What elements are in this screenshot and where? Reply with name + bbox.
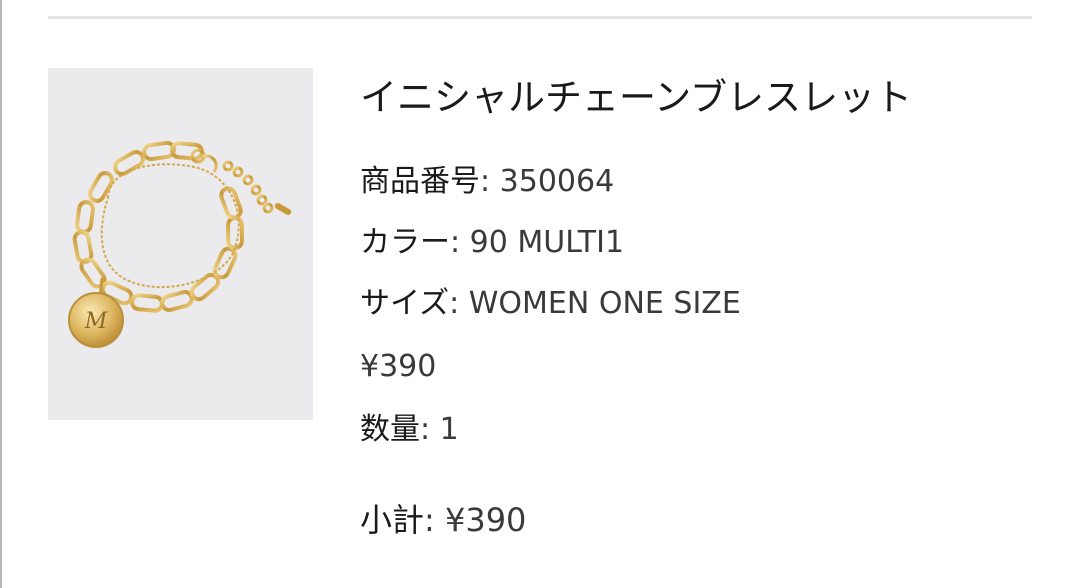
subtotal-separator: : (424, 501, 445, 539)
sku-separator: : (480, 164, 500, 199)
cart-item-screen: M イニシャルチェーンブレスレット 商品番号: 350064 カラー: 90 M… (0, 0, 1080, 588)
quantity-row: 数量: 1 (360, 410, 459, 450)
product-image[interactable]: M (48, 68, 313, 420)
sku-label: 商品番号 (360, 164, 480, 199)
bracelet-icon: M (68, 140, 292, 348)
size-row: サイズ: WOMEN ONE SIZE (360, 284, 741, 324)
sku-value: 350064 (499, 164, 615, 199)
section-divider (48, 16, 1032, 19)
size-label: サイズ (360, 286, 450, 321)
quantity-value: 1 (439, 412, 459, 447)
color-label: カラー (360, 225, 450, 260)
quantity-label: 数量 (360, 412, 420, 447)
price-value: ¥390 (360, 349, 437, 384)
quantity-separator: : (420, 412, 440, 447)
price-row: ¥390 (360, 347, 436, 387)
svg-text:M: M (84, 309, 108, 334)
subtotal-value: ¥390 (444, 501, 527, 539)
color-value: 90 MULTI1 (469, 225, 625, 260)
size-separator: : (449, 286, 469, 321)
color-separator: : (450, 225, 470, 260)
subtotal-label: 小計 (360, 501, 425, 539)
subtotal-row: 小計: ¥390 (360, 500, 526, 540)
color-row: カラー: 90 MULTI1 (360, 223, 624, 263)
window-edge (0, 0, 2, 588)
size-value: WOMEN ONE SIZE (468, 286, 741, 321)
product-name[interactable]: イニシャルチェーンブレスレット (360, 73, 912, 123)
sku-row: 商品番号: 350064 (360, 162, 614, 202)
